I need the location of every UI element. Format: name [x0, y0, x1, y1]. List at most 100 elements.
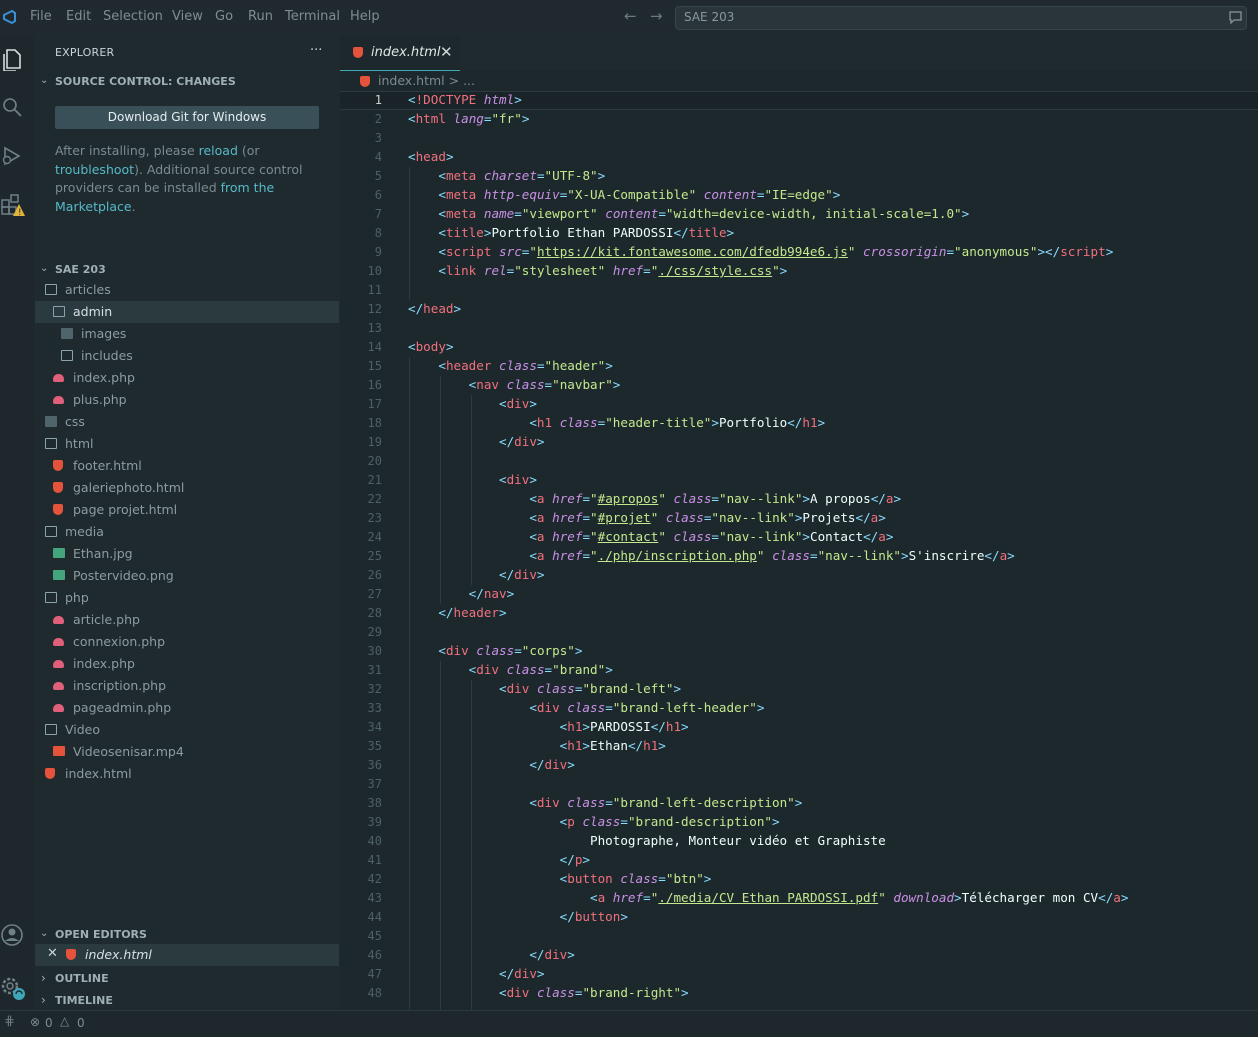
menu-go[interactable]: Go	[215, 9, 233, 24]
menu-run[interactable]: Run	[248, 9, 273, 24]
code-line: <button class="btn">	[559, 871, 712, 886]
code-line: <header class="header">	[438, 358, 613, 373]
more-actions-icon[interactable]: ···	[310, 43, 322, 58]
error-icon[interactable]: ⊗	[30, 1015, 40, 1029]
tree-item[interactable]: footer.html	[35, 455, 339, 477]
html-file-icon	[53, 482, 63, 493]
image-file-icon	[53, 570, 65, 580]
back-arrow-icon[interactable]: ←	[624, 7, 637, 25]
line-number: 39	[367, 815, 382, 829]
remote-icon[interactable]: ⋕	[4, 1014, 15, 1029]
menu-help[interactable]: Help	[350, 9, 380, 24]
search-text: SAE 203	[684, 10, 735, 24]
tab-label: index.html	[371, 45, 441, 60]
chevron-right-icon[interactable]: ›	[41, 993, 46, 1007]
open-editor-item[interactable]: ✕ index.html	[35, 944, 339, 966]
html-file-icon	[45, 768, 55, 779]
run-debug-icon[interactable]	[1, 145, 23, 167]
menu-file[interactable]: File	[30, 9, 52, 24]
tab-index-html[interactable]: index.html ✕	[340, 35, 460, 71]
tree-item[interactable]: Postervideo.png	[35, 565, 339, 587]
tree-item[interactable]: admin	[35, 301, 339, 323]
menu-edit[interactable]: Edit	[66, 9, 91, 24]
code-line: <h1>Ethan</h1>	[559, 738, 666, 753]
tree-item[interactable]: includes	[35, 345, 339, 367]
tree-item[interactable]: media	[35, 521, 339, 543]
search-icon[interactable]	[1, 96, 23, 118]
chevron-down-icon[interactable]: ⌄	[40, 75, 48, 86]
tree-item[interactable]: index.html	[35, 763, 339, 785]
tree-item[interactable]: index.php	[35, 367, 339, 389]
error-count[interactable]: 0	[45, 1016, 53, 1030]
code-editor[interactable]: 1 2 3 4 5 6 7 8 9 10 11 12 13 14 15 16 17 18 19 20 21 22 23 24 2…	[340, 91, 1258, 1010]
folder-icon	[45, 724, 57, 735]
tree-item[interactable]: galeriephoto.html	[35, 477, 339, 499]
line-number: 28	[367, 606, 382, 620]
git-msg-text-2: (or	[237, 143, 260, 158]
tree-item[interactable]: Ethan.jpg	[35, 543, 339, 565]
line-number: 46	[367, 948, 382, 962]
code-line: <div class="brand-left-description">	[529, 795, 803, 810]
source-control-section-title[interactable]: SOURCE CONTROL: CHANGES	[55, 75, 236, 88]
tree-item[interactable]: index.php	[35, 653, 339, 675]
line-number: 44	[367, 910, 382, 924]
line-number: 16	[367, 378, 382, 392]
tree-item[interactable]: html	[35, 433, 339, 455]
tree-item[interactable]: connexion.php	[35, 631, 339, 653]
tree-item-label: footer.html	[73, 458, 142, 473]
settings-gear-icon[interactable]	[0, 975, 28, 1003]
code-line: <div class="brand">	[468, 662, 613, 677]
tree-item[interactable]: inscription.php	[35, 675, 339, 697]
line-number: 40	[367, 834, 382, 848]
explorer-icon[interactable]	[1, 47, 23, 71]
title-bar: File Edit Selection View Go Run Terminal…	[0, 0, 1258, 35]
status-bar: ⋕ ⊗ 0 △ 0	[0, 1010, 1258, 1037]
breadcrumb[interactable]: index.html > ...	[378, 73, 475, 88]
command-center[interactable]: SAE 203	[675, 6, 1247, 30]
chevron-down-icon[interactable]: ⌄	[40, 928, 48, 939]
tree-item[interactable]: plus.php	[35, 389, 339, 411]
outline-title[interactable]: OUTLINE	[55, 972, 109, 985]
chevron-down-icon[interactable]: ⌄	[40, 263, 48, 274]
tree-item[interactable]: images	[35, 323, 339, 345]
troubleshoot-link[interactable]: troubleshoot	[55, 162, 134, 177]
forward-arrow-icon[interactable]: →	[650, 7, 663, 25]
tree-item-label: index.php	[73, 656, 135, 671]
open-editors-title[interactable]: OPEN EDITORS	[55, 928, 147, 941]
menu-terminal[interactable]: Terminal	[285, 9, 340, 24]
warning-count[interactable]: 0	[77, 1016, 85, 1030]
tree-item[interactable]: php	[35, 587, 339, 609]
tree-item[interactable]: pageadmin.php	[35, 697, 339, 719]
line-number: 8	[374, 226, 382, 240]
close-icon[interactable]: ✕	[440, 43, 453, 61]
chevron-right-icon[interactable]: ›	[41, 971, 46, 985]
menu-selection[interactable]: Selection	[103, 9, 163, 24]
line-number: 4	[374, 150, 382, 164]
timeline-title[interactable]: TIMELINE	[55, 994, 113, 1007]
tree-item[interactable]: page projet.html	[35, 499, 339, 521]
download-git-button[interactable]: Download Git for Windows	[55, 106, 319, 129]
tree-item[interactable]: article.php	[35, 609, 339, 631]
code-line: <meta charset="UTF-8">	[438, 168, 606, 183]
close-icon[interactable]: ✕	[47, 946, 58, 961]
menu-view[interactable]: View	[172, 9, 203, 24]
svg-text:!: !	[18, 208, 22, 218]
warning-icon[interactable]: △	[60, 1014, 69, 1028]
code-line: <meta name="viewport" content="width=dev…	[438, 206, 970, 221]
account-icon[interactable]	[0, 923, 24, 947]
project-section-title[interactable]: SAE 203	[55, 263, 106, 276]
code-line: <a href="#projet" class="nav--link">Proj…	[529, 510, 886, 525]
tree-item[interactable]: Videosenisar.mp4	[35, 741, 339, 763]
tree-item-label: images	[81, 326, 127, 341]
line-number: 11	[367, 283, 382, 297]
code-line: <div>	[499, 396, 537, 411]
code-line: <meta http-equiv="X-UA-Compatible" conte…	[438, 187, 841, 202]
extensions-icon[interactable]: !	[0, 192, 28, 218]
code-line: </div>	[499, 966, 545, 981]
tree-item[interactable]: css	[35, 411, 339, 433]
tree-item[interactable]: articles	[35, 279, 339, 301]
tree-item[interactable]: Video	[35, 719, 339, 741]
chat-icon[interactable]	[1228, 10, 1244, 25]
reload-link[interactable]: reload	[199, 143, 238, 158]
open-editor-label: index.html	[85, 947, 152, 962]
